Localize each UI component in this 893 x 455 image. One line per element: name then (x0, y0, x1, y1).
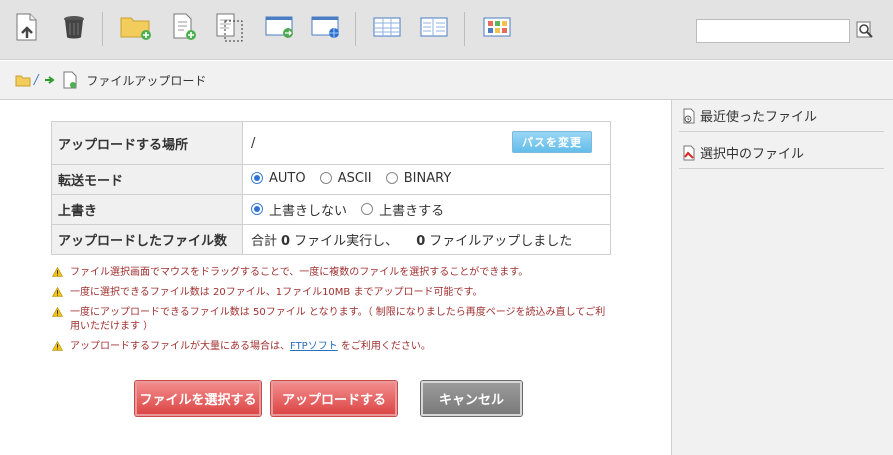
overwrite-options: 上書きしない 上書きする (242, 194, 611, 225)
select-files-button[interactable]: ファイルを選択する (135, 381, 261, 416)
search-input[interactable] (696, 19, 850, 43)
sidebar-item-label: 最近使ったファイル (700, 110, 818, 125)
upload-file-icon[interactable] (10, 10, 44, 44)
toolbar-separator (464, 12, 465, 46)
executed-count: 0 (281, 234, 291, 249)
overwrite-label: 上書き (51, 194, 243, 225)
location-value: / (251, 135, 256, 151)
folder-icon (15, 75, 31, 86)
radio-icon (361, 203, 374, 216)
ftp-software-link[interactable]: FTPソフト (290, 341, 338, 352)
notes-list: ファイル選択画面でマウスをドラッグすることで、一度に複数のファイルを選択すること… (52, 266, 612, 360)
transfer-mode-label: 転送モード (51, 164, 243, 195)
table-row: 転送モード AUTO ASCII BINARY (51, 164, 611, 195)
upload-count-label: アップロードしたファイル数 (51, 224, 243, 255)
breadcrumb-root[interactable]: / (15, 73, 38, 88)
location-cell: / パスを変更 (242, 121, 611, 165)
table-row: 上書き 上書きしない 上書きする (51, 194, 611, 225)
sidebar-item-recent-files[interactable]: 最近使ったファイル (679, 100, 884, 132)
table-row: アップロードしたファイル数 合計 0 ファイル実行し、 0 ファイルアップしました (51, 224, 611, 255)
search-icon[interactable] (855, 20, 875, 40)
table-row: アップロードする場所 / パスを変更 (51, 121, 611, 165)
list-item: アップロードするファイルが大量にある場合は、FTPソフト をご利用ください。 (52, 340, 612, 354)
radio-icon (319, 172, 332, 185)
cancel-button[interactable]: キャンセル (421, 381, 522, 416)
upload-button[interactable]: アップロードする (271, 381, 397, 416)
breadcrumb-current: ファイルアップロード (62, 71, 206, 89)
transfer-mode-options: AUTO ASCII BINARY (242, 164, 611, 195)
warning-icon (52, 307, 63, 317)
web-window-icon[interactable] (309, 10, 343, 44)
warning-icon (52, 287, 63, 297)
recent-file-icon (683, 108, 695, 123)
breadcrumb-current-label: ファイルアップロード (86, 73, 207, 88)
warning-icon (52, 341, 63, 351)
overwrite-no-radio[interactable]: 上書きしない (251, 200, 347, 219)
breadcrumb-root-label[interactable]: / (34, 73, 38, 88)
toolbar-separator (355, 12, 356, 46)
new-folder-icon[interactable] (119, 10, 153, 44)
radio-icon (385, 172, 398, 185)
toolbar-separator (102, 12, 103, 46)
list-item: 一度に選択できるファイル数は 20ファイル、1ファイル10MB までアップロード… (52, 286, 612, 300)
transfer-mode-binary-radio[interactable]: BINARY (385, 171, 451, 186)
list-view-icon[interactable] (370, 10, 404, 44)
upload-settings-table: アップロードする場所 / パスを変更 転送モード AUTO ASCII BINA… (51, 121, 611, 255)
warning-icon (52, 267, 63, 277)
sidebar-item-label: 選択中のファイル (700, 147, 805, 162)
transfer-mode-auto-radio[interactable]: AUTO (251, 171, 306, 186)
list-item: 一度にアップロードできるファイル数は 50ファイル となります。（ 制限になりま… (52, 306, 612, 334)
breadcrumb-arrow-icon (44, 74, 56, 86)
copy-file-icon[interactable] (213, 10, 247, 44)
move-window-icon[interactable] (263, 10, 297, 44)
thumbnail-view-icon[interactable] (480, 10, 514, 44)
sidebar: 最近使ったファイル 選択中のファイル (671, 100, 893, 455)
trash-icon[interactable] (57, 10, 91, 44)
change-path-button[interactable]: パスを変更 (512, 131, 592, 153)
overwrite-yes-radio[interactable]: 上書きする (361, 200, 444, 219)
new-file-icon[interactable] (167, 10, 201, 44)
transfer-mode-ascii-radio[interactable]: ASCII (319, 171, 372, 186)
sidebar-item-selected-files[interactable]: 選択中のファイル (679, 137, 884, 169)
location-label: アップロードする場所 (51, 121, 243, 165)
upload-count-value: 合計 0 ファイル実行し、 0 ファイルアップしました (242, 224, 611, 255)
list-item: ファイル選択画面でマウスをドラッグすることで、一度に複数のファイルを選択すること… (52, 266, 612, 280)
upload-page-icon (63, 71, 77, 89)
radio-selected-icon (251, 203, 263, 216)
uploaded-count: 0 (416, 234, 426, 249)
toolbar (0, 0, 893, 60)
selected-file-icon (683, 145, 695, 160)
breadcrumb: / ファイルアップロード (0, 61, 893, 100)
radio-selected-icon (251, 172, 263, 185)
detail-view-icon[interactable] (417, 10, 451, 44)
